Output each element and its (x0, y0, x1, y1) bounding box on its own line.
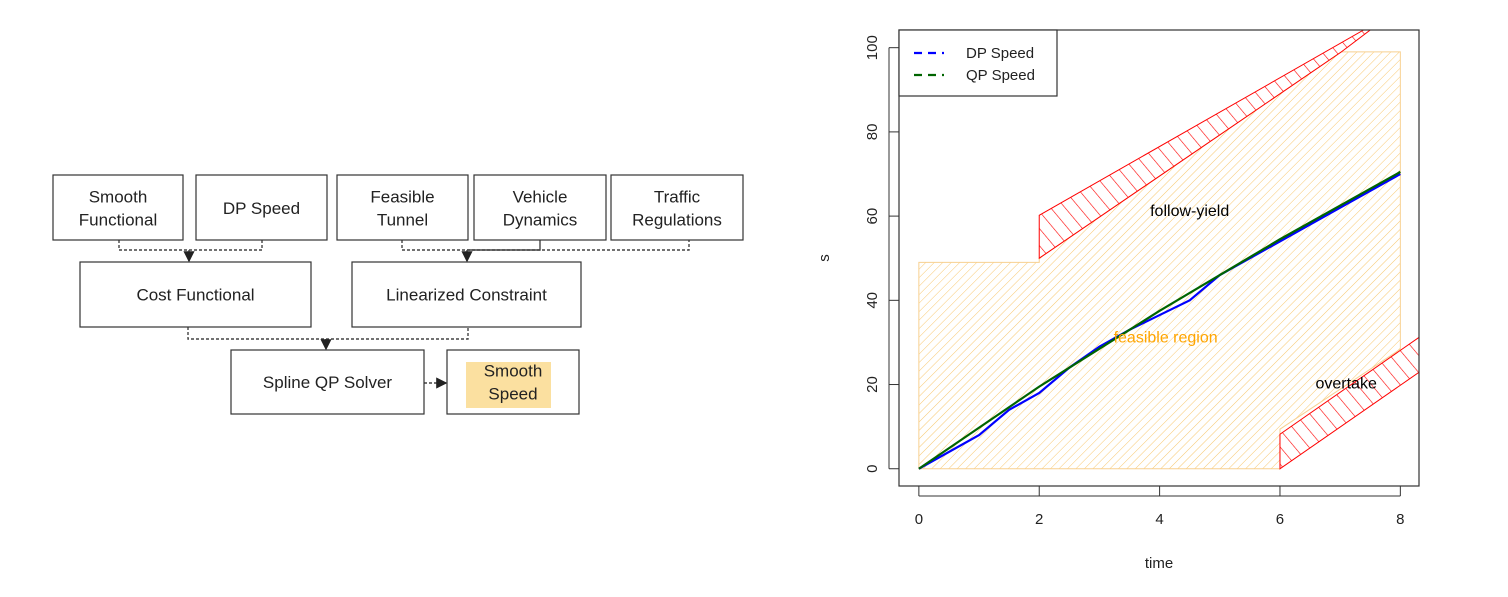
y-tick-label: 0 (864, 465, 881, 473)
figure: Smooth Functional DP Speed Feasible TunnelVe… (52, 29, 1420, 572)
y-tick-label: 20 (864, 376, 881, 393)
connector-cost-inputs (118, 240, 263, 251)
st-chart: feasible region follow-yield overtake 0 2 4 6 8… (816, 29, 1420, 572)
cost-functional-box: Cost Functional (79, 261, 312, 328)
region-label: follow-yield (1150, 203, 1229, 220)
connector-vehicle-dynamics (467, 240, 541, 251)
legend-entry: QP Speed (966, 67, 1035, 84)
vehicle-dynamics-box: Vehicle Dynamics (473, 174, 607, 241)
smooth-functional-box: Smooth Functional (52, 174, 184, 241)
connector-constraint-inputs (401, 240, 690, 251)
x-tick-label: 8 (1396, 511, 1404, 528)
box-label: Cost Functional (136, 286, 254, 305)
legend: DP Speed QP Speed (898, 29, 1058, 97)
y-tick-label: 80 (864, 124, 881, 141)
smooth-speed-box: Smooth Speed (446, 349, 580, 415)
region-label: feasible region (1114, 329, 1218, 346)
connector-solver-inputs (187, 327, 469, 340)
traffic-regulations-box: Traffic Regulations (610, 174, 744, 241)
x-tick-label: 2 (1035, 511, 1043, 528)
linearized-constraint-box: Linearized Constraint (351, 261, 582, 328)
spline-qp-solver-box: Spline QP Solver (230, 349, 425, 415)
box-label: DP Speed (223, 199, 300, 218)
x-axis-label: time (1145, 555, 1173, 572)
y-tick-label: 60 (864, 208, 881, 225)
y-tick-label: 100 (864, 35, 881, 60)
dp-speed-box: DP Speed (195, 174, 328, 241)
y-axis-label: s (816, 254, 833, 262)
legend-entry: DP Speed (966, 45, 1034, 62)
box-label: Linearized Constraint (386, 286, 547, 305)
box-label: Spline QP Solver (263, 373, 392, 392)
x-tick-label: 0 (915, 511, 923, 528)
region-label: overtake (1315, 376, 1376, 393)
x-tick-label: 4 (1155, 511, 1163, 528)
feasible-tunnel-box: Feasible Tunnel (336, 174, 469, 241)
flow-diagram: Smooth Functional DP Speed Feasible TunnelVe… (52, 174, 744, 415)
y-tick-label: 40 (864, 292, 881, 309)
x-tick-label: 6 (1276, 511, 1284, 528)
